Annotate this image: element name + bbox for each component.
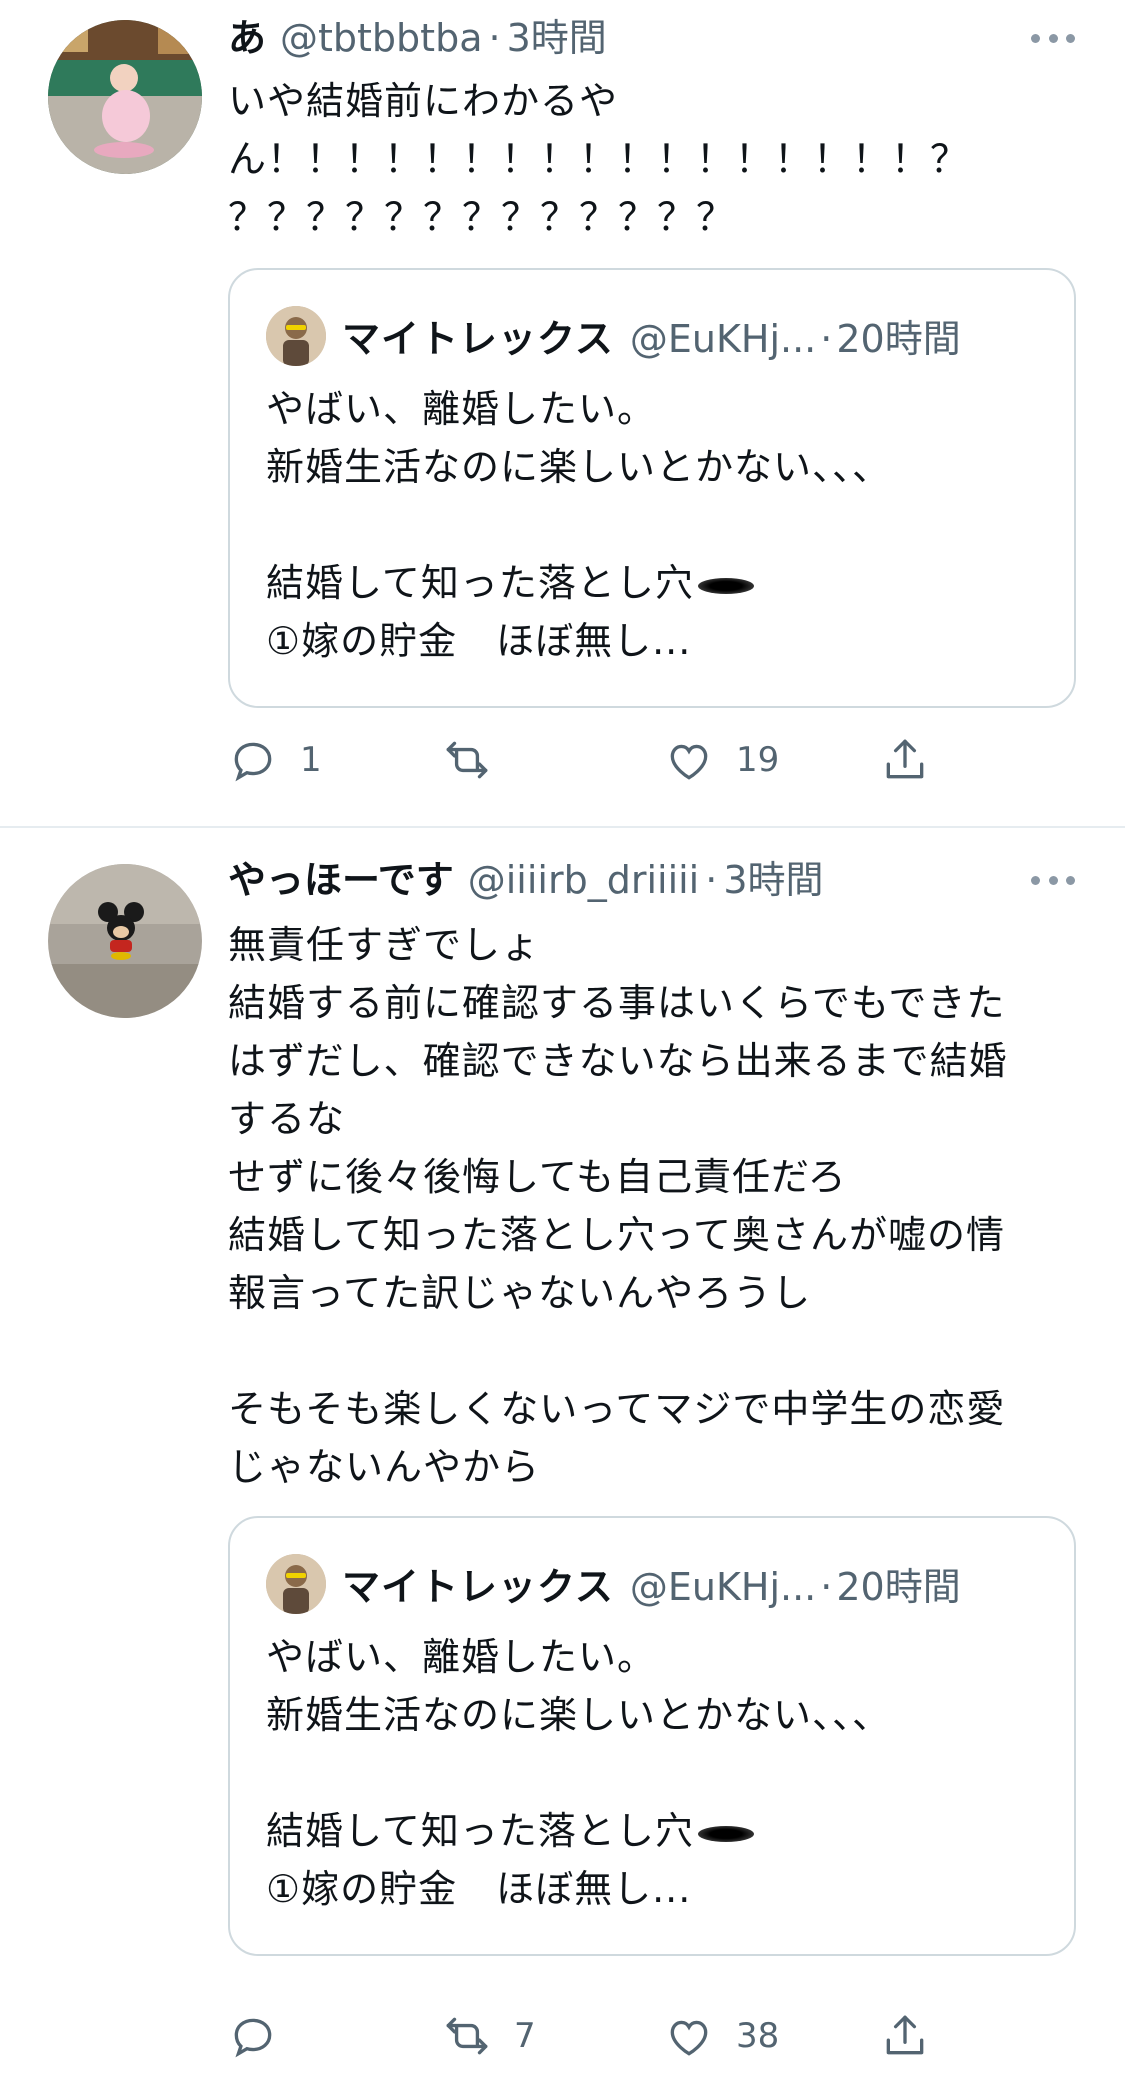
quoted-text-line: ①嫁の貯金 ほぼ無し... bbox=[266, 619, 692, 663]
share-button[interactable] bbox=[880, 730, 930, 790]
like-button[interactable]: 19 bbox=[664, 730, 779, 790]
user-handle[interactable]: @iiiirb_driiiii bbox=[468, 858, 700, 904]
quoted-text-line: 結婚して知った落とし穴 bbox=[266, 1802, 1046, 1860]
user-handle[interactable]: @tbtbbtba bbox=[280, 16, 482, 62]
tweet-text: いや結婚前にわかるや ん！！！！！！！！！！！！！！！！！？ ？？？？？？？？？… bbox=[228, 72, 1078, 246]
action-bar: 1 19 bbox=[228, 730, 1008, 790]
action-bar: 7 38 bbox=[228, 2006, 1008, 2066]
tweet[interactable]: やっほーです @iiiirb_driiiii · 3時間 無責任すぎでしょ 結婚… bbox=[0, 828, 1125, 2074]
quoted-text-line: ①嫁の貯金 ほぼ無し... bbox=[266, 1867, 692, 1911]
quoted-text-line: やばい、離婚したい。 bbox=[266, 1635, 657, 1679]
retweet-button[interactable] bbox=[442, 730, 514, 790]
quoted-display-name: マイトレックス bbox=[342, 317, 614, 361]
separator-dot: · bbox=[820, 1565, 833, 1609]
like-button[interactable]: 38 bbox=[664, 2006, 779, 2066]
tweet-header: あ @tbtbbtba · 3時間 bbox=[228, 16, 1065, 62]
tweet-text-line: ん！！！！！！！！！！！！！！！！！？ bbox=[228, 137, 970, 181]
quoted-text: やばい、離婚したい。 新婚生活なのに楽しいとかない、、、 結婚して知った落とし穴… bbox=[266, 1628, 1046, 1918]
quoted-header: マイトレックス @EuKHj... · 20時間 bbox=[342, 308, 961, 363]
tweet-text-line: 結婚して知った落とし穴って奥さんが嘘の情 bbox=[228, 1213, 1005, 1257]
more-icon[interactable] bbox=[1031, 876, 1075, 888]
quoted-tweet[interactable]: マイトレックス @EuKHj... · 20時間 やばい、離婚したい。 新婚生活… bbox=[228, 1516, 1076, 1956]
like-icon bbox=[670, 2020, 708, 2056]
share-icon bbox=[886, 2015, 924, 2055]
tweet-text-line: いや結婚前にわかるや bbox=[228, 79, 619, 123]
display-name[interactable]: やっほーです bbox=[228, 858, 454, 904]
tweet-text-line: そもそも楽しくないってマジで中学生の恋愛 bbox=[228, 1387, 1006, 1431]
quoted-text-line: やばい、離婚したい。 bbox=[266, 387, 657, 431]
tweet-text-line bbox=[228, 1322, 1078, 1380]
share-icon bbox=[886, 739, 924, 779]
hole-emoji-icon bbox=[697, 1825, 754, 1842]
share-button[interactable] bbox=[880, 2006, 930, 2066]
quoted-text: やばい、離婚したい。 新婚生活なのに楽しいとかない、、、 結婚して知った落とし穴… bbox=[266, 380, 1046, 670]
tweet-text-line: するな bbox=[228, 1097, 346, 1141]
tweet-text-line: ？？？？？？？？？？？？？ bbox=[228, 195, 736, 239]
quoted-avatar bbox=[266, 1554, 326, 1614]
quoted-timestamp: 20時間 bbox=[836, 1565, 961, 1609]
retweet-count: 7 bbox=[514, 2016, 536, 2056]
reply-button[interactable]: 1 bbox=[228, 730, 322, 790]
quoted-text-fragment: 結婚して知った落とし穴 bbox=[266, 1809, 694, 1853]
reply-count: 1 bbox=[300, 740, 322, 780]
separator-dot: · bbox=[705, 858, 718, 902]
tweet-text-line: はずだし、確認できないなら出来るまで結婚 bbox=[228, 1039, 1008, 1083]
avatar[interactable] bbox=[48, 20, 202, 174]
quoted-text-line: 新婚生活なのに楽しいとかない、、、 bbox=[266, 445, 892, 489]
quoted-avatar bbox=[266, 306, 326, 366]
quoted-timestamp: 20時間 bbox=[836, 317, 961, 361]
reply-icon bbox=[234, 742, 272, 782]
retweet-button[interactable]: 7 bbox=[442, 2006, 536, 2066]
separator-dot: · bbox=[488, 16, 501, 60]
quoted-text-line bbox=[266, 1744, 1046, 1802]
quoted-tweet[interactable]: マイトレックス @EuKHj... · 20時間 やばい、離婚したい。 新婚生活… bbox=[228, 268, 1076, 708]
reply-icon bbox=[234, 2018, 272, 2058]
hole-emoji-icon bbox=[697, 577, 754, 594]
quoted-text-line bbox=[266, 496, 1046, 554]
quoted-header: マイトレックス @EuKHj... · 20時間 bbox=[342, 1556, 961, 1611]
timestamp[interactable]: 3時間 bbox=[723, 858, 823, 904]
tweet[interactable]: あ @tbtbbtba · 3時間 いや結婚前にわかるや ん！！！！！！！！！！… bbox=[0, 0, 1125, 826]
quoted-text-line: 新婚生活なのに楽しいとかない、、、 bbox=[266, 1693, 892, 1737]
tweet-text-line: 無責任すぎでしょ bbox=[228, 923, 541, 967]
tweet-text-line: 結婚する前に確認する事はいくらでもできた bbox=[228, 981, 1006, 1025]
quoted-display-name: マイトレックス bbox=[342, 1565, 614, 1609]
tweet-text-line: 報言ってた訳じゃないんやろうし bbox=[228, 1271, 812, 1315]
separator-dot: · bbox=[820, 317, 833, 361]
more-icon[interactable] bbox=[1031, 34, 1075, 46]
tweet-text-line: じゃないんやから bbox=[228, 1445, 541, 1489]
tweet-header: やっほーです @iiiirb_driiiii · 3時間 bbox=[228, 858, 1065, 904]
reply-button[interactable] bbox=[228, 2006, 300, 2066]
timestamp[interactable]: 3時間 bbox=[507, 16, 607, 62]
tweet-text-line: せずに後々後悔しても自己責任だろ bbox=[228, 1155, 847, 1199]
tweet-text: 無責任すぎでしょ 結婚する前に確認する事はいくらでもできた はずだし、確認できな… bbox=[228, 916, 1078, 1496]
like-count: 38 bbox=[736, 2016, 780, 2056]
avatar[interactable] bbox=[48, 864, 202, 1018]
quoted-text-line: 結婚して知った落とし穴 bbox=[266, 554, 1046, 612]
display-name[interactable]: あ bbox=[228, 16, 266, 62]
like-count: 19 bbox=[736, 740, 780, 780]
quoted-handle: @EuKHj... bbox=[629, 317, 817, 361]
retweet-icon bbox=[446, 741, 488, 779]
retweet-icon bbox=[446, 2017, 488, 2055]
quoted-handle: @EuKHj... bbox=[629, 1565, 817, 1609]
like-icon bbox=[670, 744, 708, 780]
quoted-text-fragment: 結婚して知った落とし穴 bbox=[266, 561, 694, 605]
